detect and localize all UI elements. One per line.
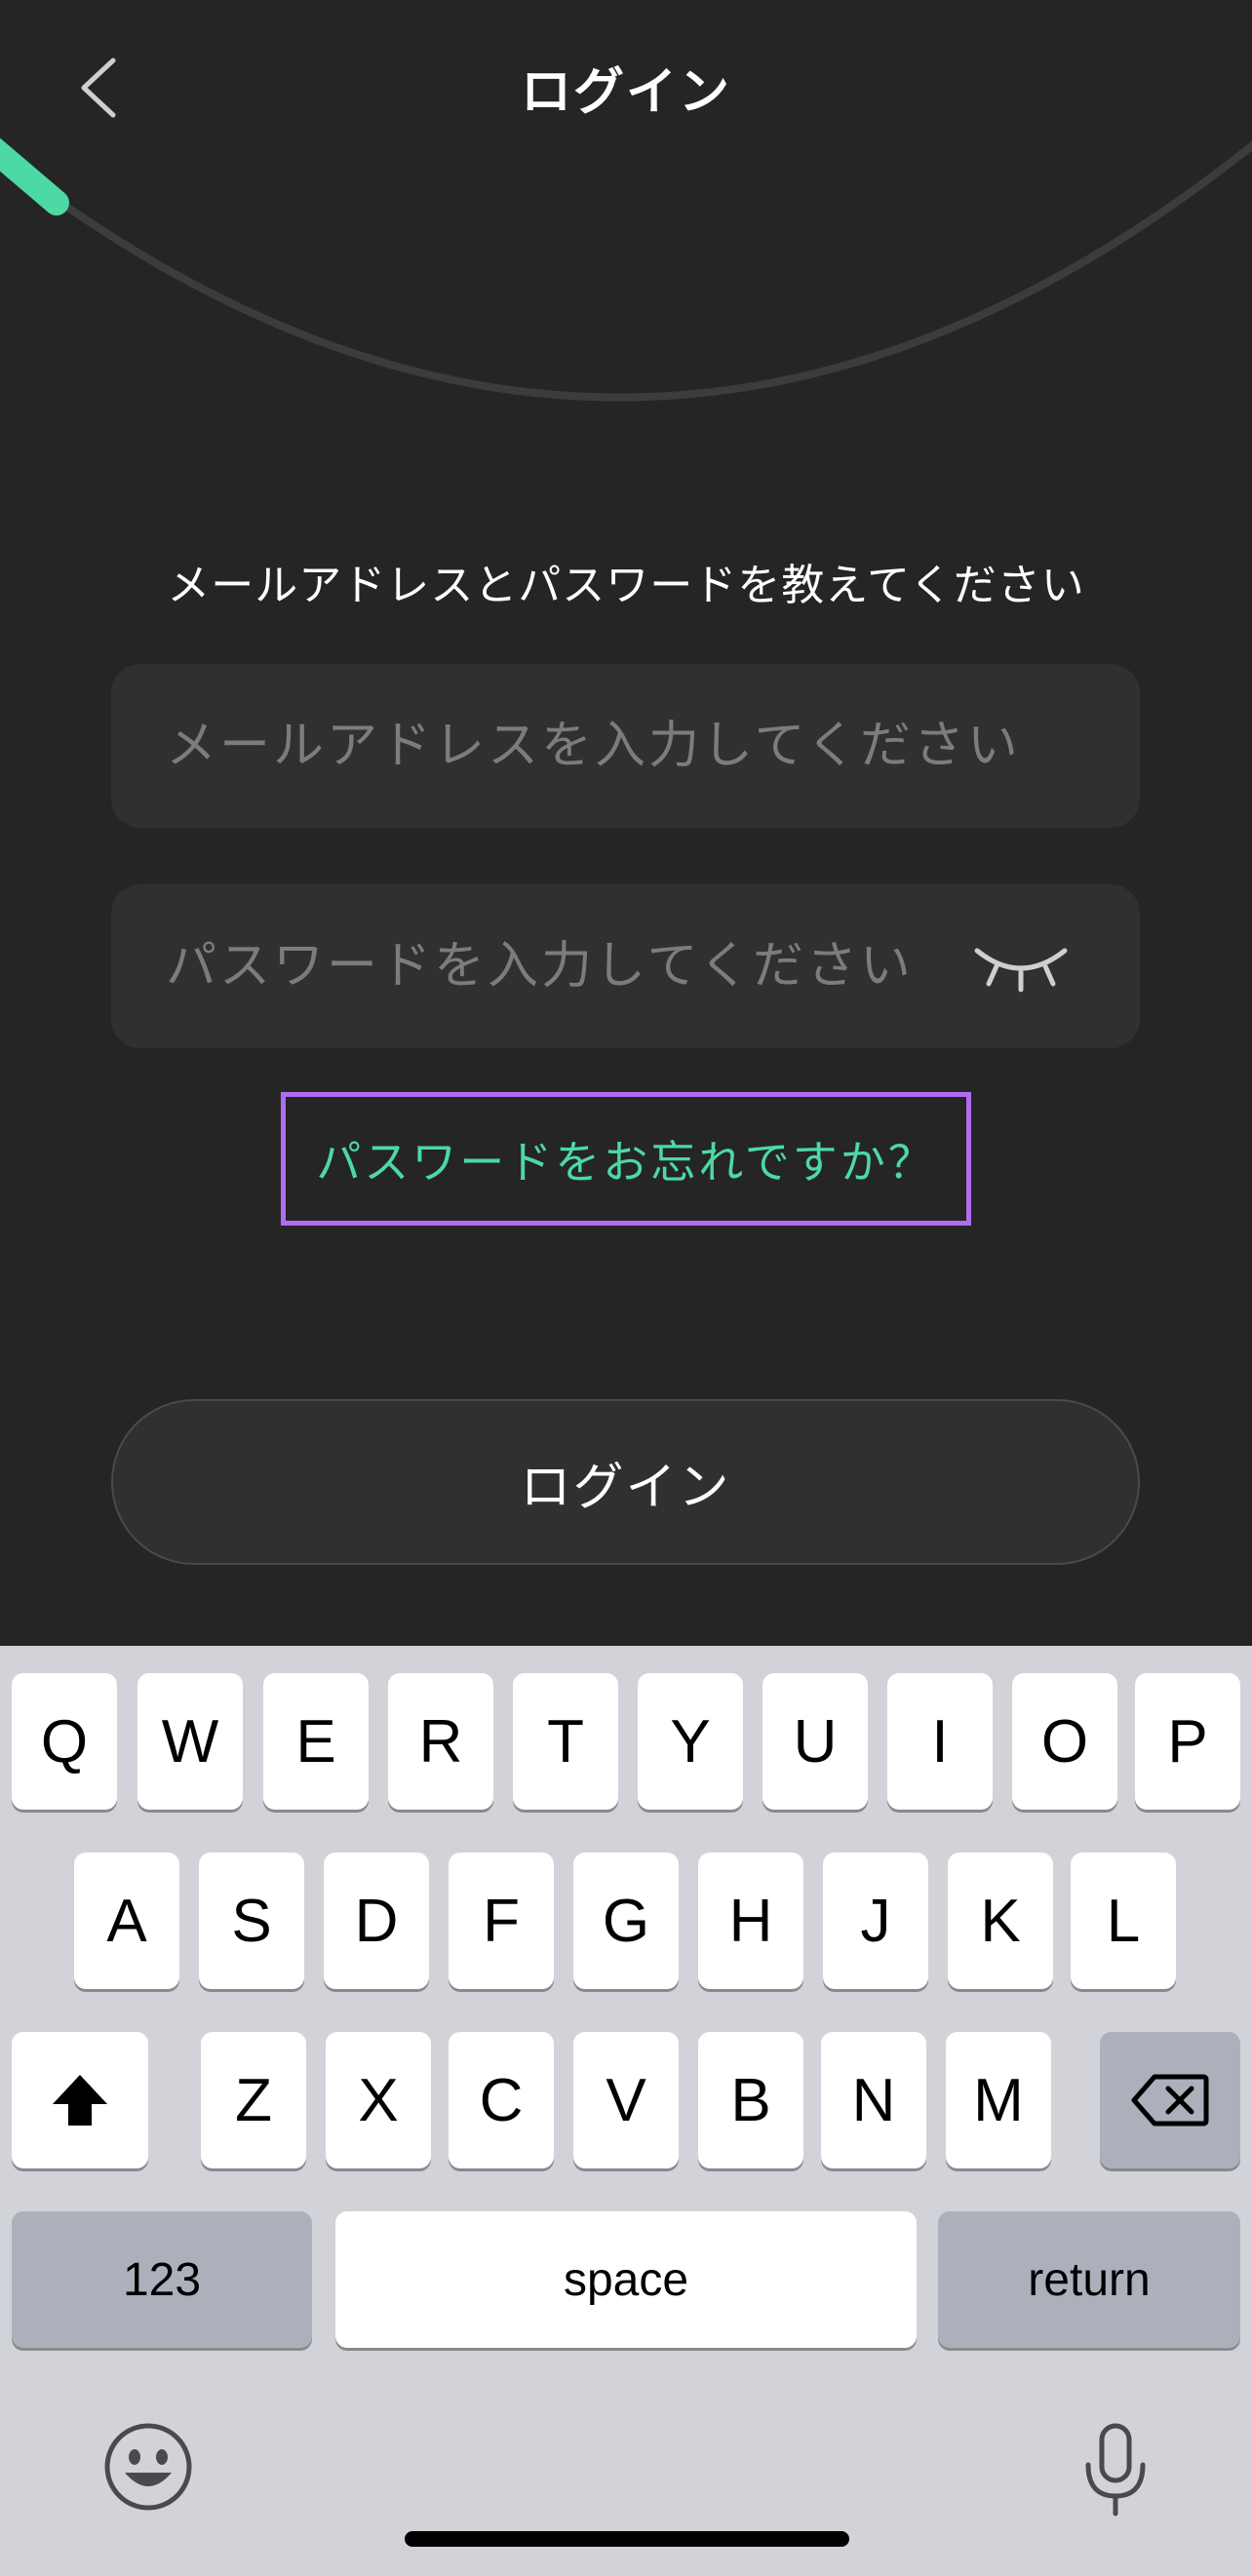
emoji-button[interactable] xyxy=(101,2420,195,2514)
key-q[interactable]: Q xyxy=(12,1673,117,1810)
email-input[interactable] xyxy=(166,664,1043,828)
email-field[interactable] xyxy=(111,664,1140,828)
shift-icon xyxy=(53,2075,107,2126)
key-y[interactable]: Y xyxy=(638,1673,743,1810)
key-f[interactable]: F xyxy=(449,1853,554,1989)
key-w[interactable]: W xyxy=(137,1673,243,1810)
dictation-button[interactable] xyxy=(1080,2422,1151,2519)
key-b[interactable]: B xyxy=(698,2032,803,2168)
microphone-icon xyxy=(1085,2423,1146,2517)
forgot-password-label: パスワードをお忘れですか？ xyxy=(316,1135,936,1189)
key-o[interactable]: O xyxy=(1012,1673,1117,1810)
key-l[interactable]: L xyxy=(1071,1853,1176,1989)
key-g[interactable]: G xyxy=(573,1853,679,1989)
login-prompt: メールアドレスとパスワードを教えてください xyxy=(167,561,1085,610)
key-u[interactable]: U xyxy=(763,1673,868,1810)
key-j[interactable]: J xyxy=(823,1853,928,1989)
key-r[interactable]: R xyxy=(388,1673,493,1810)
key-c[interactable]: C xyxy=(449,2032,554,2168)
key-d[interactable]: D xyxy=(324,1853,429,1989)
key-v[interactable]: V xyxy=(573,2032,679,2168)
page-title: ログイン xyxy=(520,63,731,122)
login-button[interactable]: ログイン xyxy=(111,1399,1140,1565)
password-input[interactable] xyxy=(166,884,946,1048)
key-s[interactable]: S xyxy=(199,1853,304,1989)
keyboard: Q W E R T Y U I O P A S D F G H J K L Z … xyxy=(0,1646,1252,2576)
numbers-key[interactable]: 123 xyxy=(12,2211,312,2348)
emoji-icon xyxy=(104,2423,192,2511)
key-t[interactable]: T xyxy=(513,1673,618,1810)
backspace-icon xyxy=(1131,2074,1209,2127)
login-screen: ログイン メールアドレスとパスワードを教えてください パスワードをお忘れですか？… xyxy=(0,0,1252,1646)
eye-closed-icon xyxy=(974,948,1068,993)
space-key[interactable]: space xyxy=(335,2211,917,2348)
delete-key[interactable] xyxy=(1100,2032,1240,2168)
password-field[interactable] xyxy=(111,884,1140,1048)
login-button-label: ログイン xyxy=(520,1458,731,1517)
key-z[interactable]: Z xyxy=(201,2032,306,2168)
shift-key[interactable] xyxy=(12,2032,148,2168)
key-h[interactable]: H xyxy=(698,1853,803,1989)
home-indicator[interactable] xyxy=(405,2531,849,2547)
key-m[interactable]: M xyxy=(946,2032,1051,2168)
key-x[interactable]: X xyxy=(326,2032,431,2168)
password-visibility-toggle[interactable] xyxy=(967,939,1075,994)
key-a[interactable]: A xyxy=(74,1853,179,1989)
return-key[interactable]: return xyxy=(938,2211,1240,2348)
key-k[interactable]: K xyxy=(948,1853,1053,1989)
key-i[interactable]: I xyxy=(887,1673,993,1810)
key-e[interactable]: E xyxy=(263,1673,369,1810)
key-p[interactable]: P xyxy=(1135,1673,1240,1810)
key-n[interactable]: N xyxy=(821,2032,926,2168)
forgot-password-link[interactable]: パスワードをお忘れですか？ xyxy=(281,1092,971,1226)
